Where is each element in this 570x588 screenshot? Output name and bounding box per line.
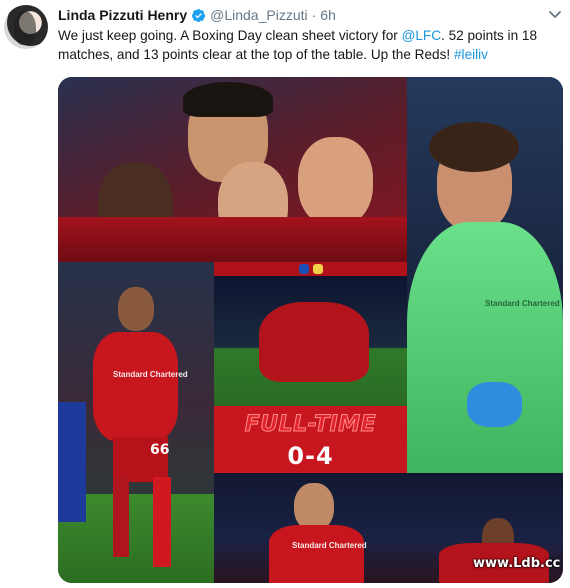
badge-bar	[214, 262, 407, 276]
player-face	[298, 137, 373, 227]
green-kit	[407, 222, 563, 473]
fulltime-banner: FULL-TIME	[244, 412, 377, 438]
tweet-text: We just keep going. A Boxing Day clean s…	[58, 27, 558, 64]
tweet-media-grid[interactable]: Standard Chartered Standard Chartered 66…	[58, 77, 563, 583]
photo-celebration[interactable]	[58, 77, 407, 262]
final-score: 0-4	[287, 442, 334, 470]
player-face	[294, 483, 334, 531]
watermark: www.Ldb.cc	[473, 556, 561, 571]
chevron-down-icon[interactable]	[547, 6, 563, 22]
avatar[interactable]	[4, 5, 48, 49]
red-shirt	[93, 332, 178, 442]
tweet-text-part: We just keep going. A Boxing Day clean s…	[58, 28, 402, 43]
mention-link[interactable]: @LFC	[402, 28, 441, 43]
timestamp[interactable]: 6h	[320, 7, 336, 23]
player-hair	[429, 122, 519, 172]
club-crest-icon	[298, 264, 309, 274]
sponsor-text: Standard Chartered	[113, 370, 188, 379]
photo-player-action[interactable]: Standard Chartered 66	[58, 262, 214, 583]
goalkeeper-glove	[467, 382, 522, 427]
handle[interactable]: @Linda_Pizzuti	[210, 7, 308, 23]
team-huddle	[259, 302, 369, 382]
red-shirt	[269, 525, 364, 583]
hashtag-link[interactable]: #leiliv	[454, 47, 488, 62]
fulltime-graphic[interactable]: FULL-TIME 0-4	[214, 262, 407, 473]
player-leg	[113, 477, 129, 557]
verified-badge-icon	[192, 8, 206, 22]
club-crest-icon	[312, 264, 323, 274]
sponsor-text: Standard Chartered	[292, 541, 367, 550]
separator: ·	[311, 7, 317, 23]
player-hair	[183, 82, 273, 117]
display-name[interactable]: Linda Pizzuti Henry	[58, 7, 187, 23]
player-face	[118, 287, 154, 331]
photo-goalkeeper[interactable]: Standard Chartered	[407, 77, 563, 473]
shirt-number: 66	[150, 442, 170, 458]
tweet-header: Linda Pizzuti Henry @Linda_Pizzuti · 6h	[58, 7, 336, 23]
sponsor-text: Standard Chartered	[485, 299, 560, 308]
red-shirts	[58, 217, 407, 262]
opponent-player	[58, 402, 86, 522]
player-leg	[153, 477, 171, 567]
